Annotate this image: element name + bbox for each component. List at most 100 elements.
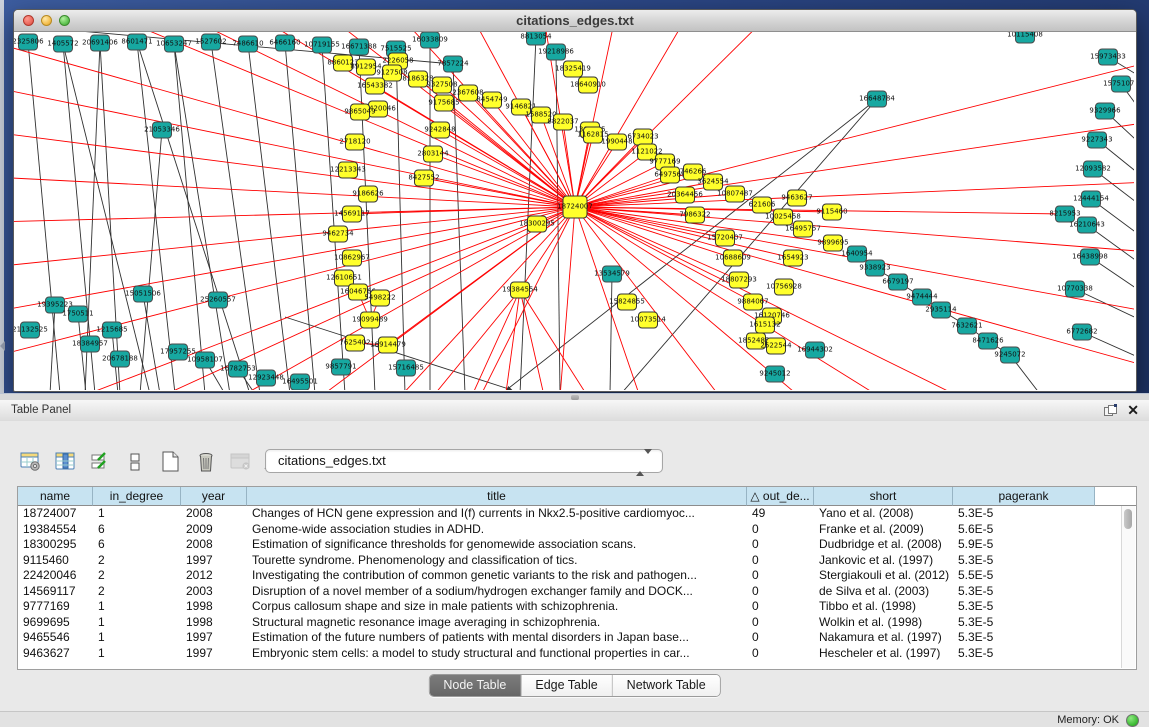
graph-edge[interactable] — [137, 42, 175, 390]
table-cell[interactable]: 18724007 — [18, 506, 93, 522]
table-cell[interactable]: 2 — [93, 568, 181, 584]
graph-edge[interactable] — [14, 132, 575, 207]
graph-edge[interactable] — [520, 37, 536, 390]
column-header[interactable]: △ out_de... — [747, 487, 814, 506]
column-header[interactable]: in_degree — [93, 487, 181, 506]
network-window-titlebar[interactable]: citations_edges.txt — [14, 10, 1136, 32]
graph-node[interactable]: 21132525 — [14, 322, 48, 338]
table-cell[interactable]: 9115460 — [18, 553, 93, 569]
table-cell[interactable]: 0 — [747, 553, 814, 569]
graph-node[interactable]: 16438998 — [1072, 249, 1108, 265]
table-cell[interactable]: 9777169 — [18, 599, 93, 615]
graph-node[interactable]: 18384957 — [72, 336, 108, 352]
table-cell[interactable]: 0 — [747, 599, 814, 615]
graph-node[interactable]: 10719155 — [304, 37, 340, 53]
table-cell[interactable]: 2 — [93, 553, 181, 569]
column-header[interactable]: year — [181, 487, 247, 506]
graph-node[interactable]: 20691406 — [82, 35, 118, 51]
table-cell[interactable]: 2003 — [181, 584, 247, 600]
table-row[interactable]: 2242004622012Investigating the contribut… — [18, 568, 1136, 584]
graph-node[interactable]: 1405572 — [47, 36, 78, 52]
citation-graph[interactable]: 2325806140557220691406860147110653247152… — [14, 32, 1134, 390]
table-select-dropdown[interactable]: citations_edges.txt — [265, 449, 663, 473]
graph-node[interactable]: 25260557 — [200, 292, 236, 308]
table-cell[interactable]: 14569117 — [18, 584, 93, 600]
table-cell[interactable]: 1997 — [181, 646, 247, 662]
graph-node[interactable]: 10862967 — [334, 250, 370, 266]
graph-node[interactable]: 8427552 — [408, 170, 439, 186]
tab-network-table[interactable]: Network Table — [613, 675, 720, 696]
graph-node[interactable]: 7486610 — [232, 36, 263, 52]
table-cell[interactable]: 0 — [747, 537, 814, 553]
graph-node[interactable]: 20678188 — [102, 351, 138, 367]
graph-edge[interactable] — [433, 154, 575, 207]
table-row[interactable]: 911546021997Tourette syndrome. Phenomeno… — [18, 553, 1136, 569]
table-cell[interactable]: 5.9E-5 — [953, 537, 1095, 553]
table-cell[interactable]: 5.3E-5 — [953, 646, 1095, 662]
graph-node[interactable]: 1215685 — [96, 322, 127, 338]
graph-node[interactable]: 18640910 — [570, 77, 606, 93]
show-columns-icon[interactable] — [53, 448, 79, 476]
graph-edge[interactable] — [575, 207, 720, 390]
graph-node[interactable]: 6772682 — [1066, 324, 1097, 340]
table-row[interactable]: 1872400712008Changes of HCN gene express… — [18, 506, 1136, 522]
graph-node[interactable]: 9245072 — [994, 347, 1025, 363]
graph-node[interactable]: 16944302 — [797, 342, 833, 358]
graph-node[interactable]: 8471626 — [972, 333, 1004, 349]
table-cell[interactable]: 0 — [747, 584, 814, 600]
graph-node[interactable]: 9227343 — [1081, 132, 1112, 148]
graph-node[interactable]: 16914479 — [370, 337, 406, 353]
graph-node[interactable]: 8813054 — [520, 32, 552, 45]
graph-edge[interactable] — [60, 32, 575, 207]
graph-node[interactable]: 18724007 — [557, 196, 593, 218]
float-window-icon[interactable] — [1104, 404, 1117, 416]
table-cell[interactable]: Jankovic et al. (1997) — [814, 553, 953, 569]
table-row[interactable]: 1830029562008Estimation of significance … — [18, 537, 1136, 553]
table-cell[interactable]: 0 — [747, 568, 814, 584]
graph-node[interactable]: 9857791 — [325, 359, 356, 375]
table-cell[interactable]: Nakamura et al. (1997) — [814, 630, 953, 646]
table-cell[interactable]: Structural magnetic resonance image aver… — [247, 615, 747, 631]
table-cell[interactable]: Wolkin et al. (1998) — [814, 615, 953, 631]
table-cell[interactable]: Stergiakouli et al. (2012) — [814, 568, 953, 584]
graph-node[interactable]: 1527602 — [195, 34, 226, 50]
tab-node-table[interactable]: Node Table — [429, 675, 521, 696]
table-cell[interactable]: 2008 — [181, 506, 247, 522]
graph-edge[interactable] — [14, 207, 575, 312]
table-cell[interactable]: 6 — [93, 522, 181, 538]
graph-node[interactable]: 12093582 — [1075, 161, 1111, 177]
graph-node[interactable]: 15751074 — [1103, 76, 1134, 92]
select-rows-icon[interactable] — [88, 448, 114, 476]
table-cell[interactable]: de Silva et al. (2003) — [814, 584, 953, 600]
table-cell[interactable]: 5.3E-5 — [953, 506, 1095, 522]
table-cell[interactable]: 1 — [93, 506, 181, 522]
graph-edge[interactable] — [520, 290, 545, 390]
table-cell[interactable]: 18300295 — [18, 537, 93, 553]
graph-edge[interactable] — [248, 44, 290, 390]
table-cell[interactable]: Estimation of significance thresholds fo… — [247, 537, 747, 553]
graph-edge[interactable] — [520, 290, 590, 390]
table-cell[interactable]: 2009 — [181, 522, 247, 538]
table-cell[interactable]: Franke et al. (2009) — [814, 522, 953, 538]
table-cell[interactable]: 1997 — [181, 553, 247, 569]
table-cell[interactable]: 2008 — [181, 537, 247, 553]
graph-edge[interactable] — [470, 290, 520, 390]
new-table-icon[interactable] — [158, 448, 184, 476]
graph-node[interactable]: 621606 — [749, 197, 776, 213]
graph-node[interactable]: 2803144 — [417, 146, 449, 162]
table-cell[interactable]: Changes of HCN gene expression and I(f) … — [247, 506, 747, 522]
graph-node[interactable]: 10073514 — [630, 312, 666, 328]
column-header[interactable]: name — [18, 487, 93, 506]
column-header[interactable]: short — [814, 487, 953, 506]
graph-node[interactable]: 7625402 — [339, 335, 370, 351]
table-cell[interactable]: 6 — [93, 537, 181, 553]
graph-node[interactable]: 1654923 — [777, 250, 808, 266]
graph-node[interactable]: 7857224 — [437, 56, 469, 72]
table-cell[interactable]: 5.3E-5 — [953, 615, 1095, 631]
table-cell[interactable]: Tibbo et al. (1998) — [814, 599, 953, 615]
table-row[interactable]: 946362711997Embryonic stem cells: a mode… — [18, 646, 1136, 662]
table-cell[interactable]: Hescheler et al. (1997) — [814, 646, 953, 662]
table-cell[interactable]: Embryonic stem cells: a model to study s… — [247, 646, 747, 662]
graph-node[interactable]: 9115460 — [816, 204, 847, 220]
table-cell[interactable]: Tourette syndrome. Phenomenology and cla… — [247, 553, 747, 569]
